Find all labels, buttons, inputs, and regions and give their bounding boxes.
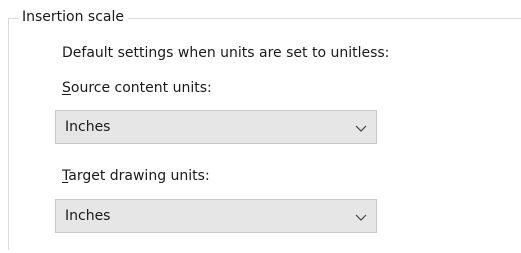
target-drawing-units-dropdown[interactable]: Inches — [55, 199, 377, 233]
insertion-scale-group-title: Insertion scale — [19, 8, 129, 26]
chevron-down-icon — [355, 125, 367, 132]
chevron-down-icon — [355, 214, 367, 221]
source-label-text: ource content units: — [70, 80, 212, 96]
source-content-units-value: Inches — [65, 119, 111, 135]
source-content-units-label: Source content units: — [62, 79, 212, 97]
source-label-mnemonic: S — [62, 80, 71, 96]
defaults-description: Default settings when units are set to u… — [62, 45, 390, 61]
source-content-units-dropdown[interactable]: Inches — [55, 110, 377, 144]
target-drawing-units-label: Target drawing units: — [62, 167, 210, 185]
target-drawing-units-value: Inches — [65, 208, 111, 224]
target-label-text: arget drawing units: — [68, 168, 210, 184]
